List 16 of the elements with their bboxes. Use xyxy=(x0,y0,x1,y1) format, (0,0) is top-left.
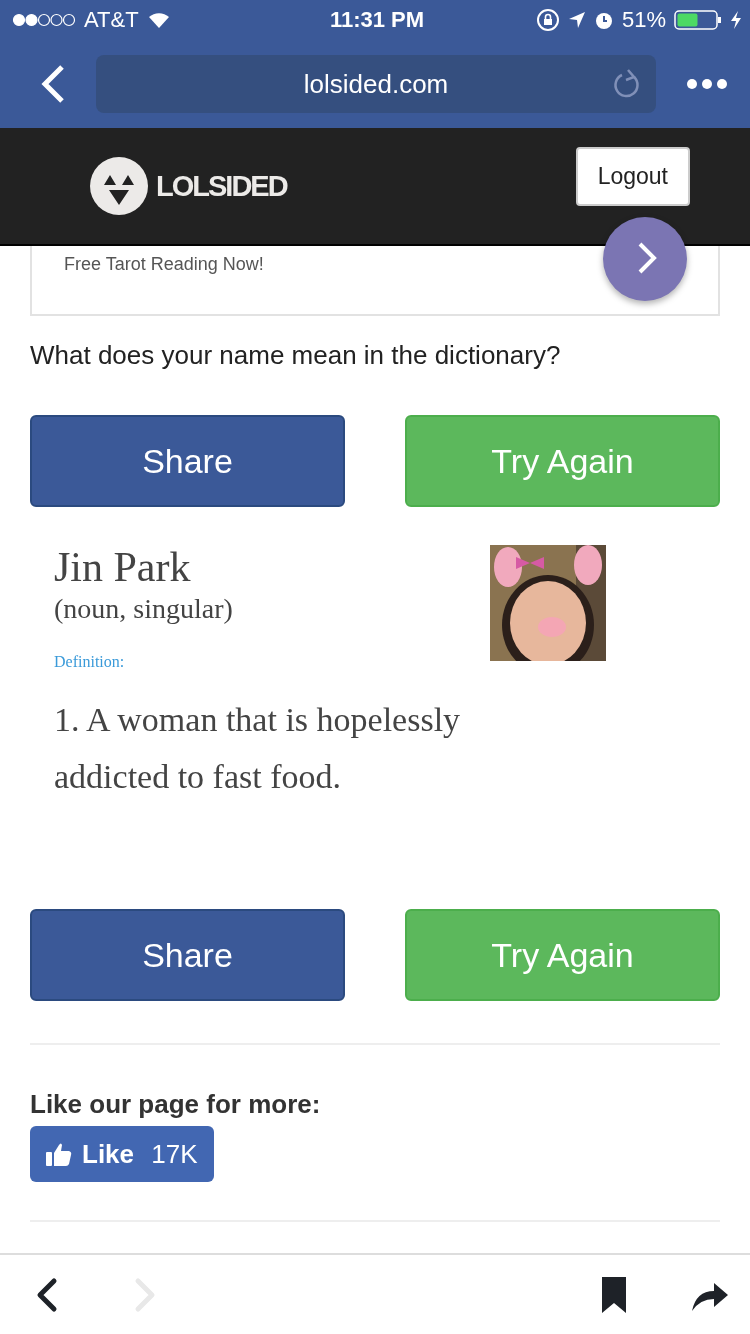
grammar-label: (noun, singular) xyxy=(54,593,233,625)
carrier: AT&T xyxy=(84,7,139,33)
like-button[interactable]: Like 17K xyxy=(30,1126,214,1182)
question-text: What does your name mean in the dictionary? xyxy=(30,340,562,371)
ad-text: Free Tarot Reading Now! xyxy=(64,254,264,275)
definition-text: 1. A woman that is hopelessly addicted to fast food. xyxy=(54,700,462,797)
like-prompt: Like our page for more: xyxy=(30,1089,322,1120)
battery-percent: 51% xyxy=(621,7,666,33)
definition-label: Definition: xyxy=(54,653,126,671)
share-button[interactable]: Share xyxy=(30,909,345,1001)
name-heading: Jin Park xyxy=(54,543,192,591)
share-button[interactable]: Share xyxy=(30,415,345,507)
address-bar[interactable]: lolsided.com xyxy=(96,55,656,113)
logout-button[interactable]: Logout xyxy=(575,146,690,206)
clock: 11:31 PM xyxy=(329,7,425,33)
logo-text: LOLSIDED xyxy=(156,169,287,203)
